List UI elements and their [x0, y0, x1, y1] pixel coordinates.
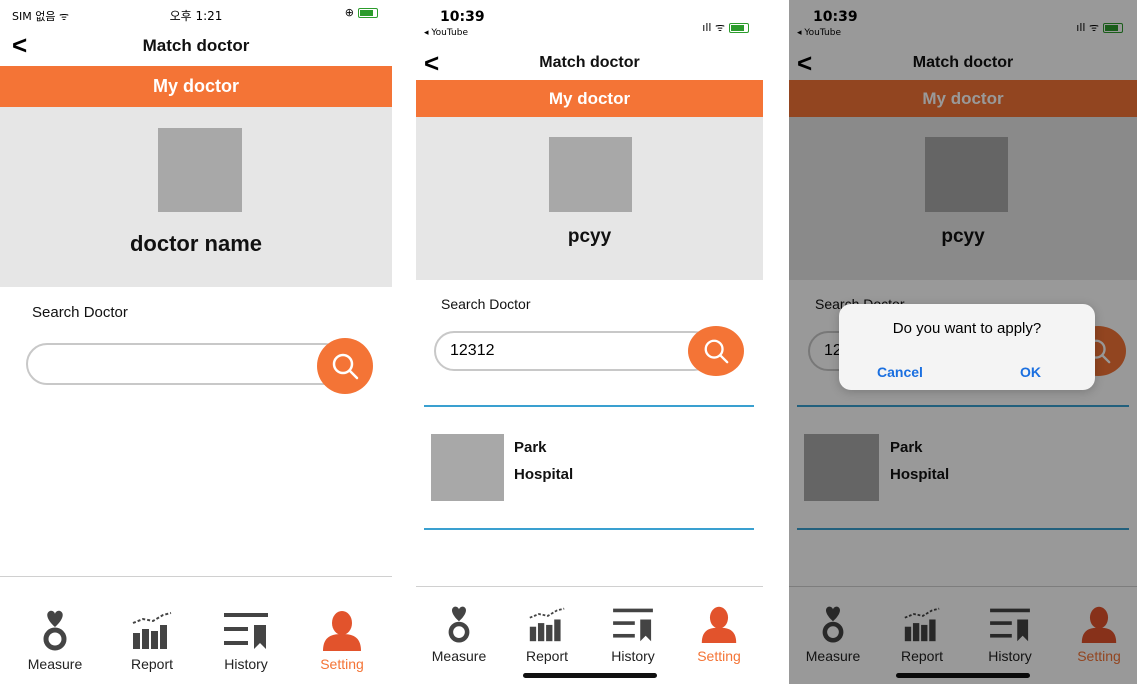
tab-label: Report [130, 656, 174, 672]
search-label: Search Doctor [32, 304, 128, 321]
search-label: Search Doctor [441, 296, 531, 312]
status-right: ıll ᯤ [702, 20, 749, 35]
cancel-button[interactable]: Cancel [877, 364, 923, 380]
result-name: Park [514, 439, 547, 456]
person-icon [701, 606, 737, 643]
screen-3: 10:39 ◂ YouTube ıll ᯤ < Match doctor My … [789, 0, 1137, 684]
my-doctor-banner: My doctor [0, 66, 392, 107]
search-input[interactable] [434, 331, 714, 371]
screen-1: SIM 없음 ᯤ 오후 1:21 ⊕ < Match doctor My doc… [0, 0, 392, 684]
status-bar: SIM 없음 ᯤ 오후 1:21 ⊕ [0, 0, 392, 36]
doctor-panel: doctor name [0, 107, 392, 287]
status-right: ⊕ [345, 6, 378, 19]
bar-chart-icon [132, 612, 172, 649]
person-icon [323, 611, 361, 651]
nav-bar: < Match doctor [416, 50, 763, 82]
tab-label: Measure [27, 656, 83, 672]
result-photo [431, 434, 504, 501]
status-bar: 10:39 ◂ YouTube ıll ᯤ [416, 0, 763, 38]
tab-label: History [224, 656, 268, 672]
search-input[interactable] [26, 343, 346, 385]
search-button[interactable] [688, 326, 744, 376]
tab-label: Setting [320, 656, 364, 672]
history-list-icon [224, 613, 268, 649]
result-divider-top [424, 405, 754, 407]
bar-chart-icon [529, 607, 565, 642]
tab-history[interactable]: History [211, 609, 281, 672]
tab-history[interactable]: History [598, 605, 668, 664]
doctor-name: doctor name [129, 231, 263, 256]
back-to-app-link[interactable]: ◂ YouTube [424, 28, 468, 38]
nav-bar: < Match doctor [0, 32, 392, 64]
result-divider-bottom [424, 528, 754, 530]
tab-setting[interactable]: Setting [684, 605, 754, 664]
apply-dialog: Do you want to apply? Cancel OK [839, 304, 1095, 390]
tab-report[interactable]: Report [117, 609, 187, 672]
battery-icon [358, 7, 378, 18]
result-hospital: Hospital [514, 466, 574, 483]
doctor-photo [549, 137, 632, 212]
tab-label: Report [525, 648, 569, 664]
doctor-photo [158, 128, 242, 212]
signal-icon: ıll ᯤ [702, 21, 725, 34]
heart-ring-icon [448, 606, 470, 643]
doctor-name: pcyy [567, 226, 612, 247]
tab-label: Setting [697, 648, 741, 664]
doctor-panel: pcyy [416, 117, 763, 280]
heart-ring-icon [43, 610, 67, 651]
status-time: 오후 1:21 [169, 9, 223, 23]
history-list-icon [613, 608, 653, 642]
tab-label: Measure [431, 648, 487, 664]
page-title: Match doctor [142, 36, 250, 55]
my-doctor-banner: My doctor [416, 80, 763, 117]
tab-bar: Measure Report History Setting [416, 586, 763, 684]
tab-report[interactable]: Report [512, 605, 582, 664]
battery-icon [729, 22, 749, 33]
tab-measure[interactable]: Measure [20, 609, 90, 672]
page-title: Match doctor [539, 54, 640, 71]
tab-bar: Measure Report History Setting [0, 576, 392, 684]
home-indicator[interactable] [523, 673, 657, 678]
rotation-lock-icon: ⊕ [344, 6, 354, 19]
tab-label: History [611, 648, 655, 664]
search-icon [704, 339, 729, 364]
search-icon [332, 353, 359, 380]
tab-measure[interactable]: Measure [424, 605, 494, 664]
search-button[interactable] [317, 338, 373, 394]
status-time: 10:39 [440, 9, 485, 25]
tab-setting[interactable]: Setting [307, 609, 377, 672]
screen-2: 10:39 ◂ YouTube ıll ᯤ < Match doctor My … [416, 0, 763, 684]
ok-button[interactable]: OK [1020, 364, 1041, 380]
dialog-message: Do you want to apply? [892, 320, 1042, 337]
